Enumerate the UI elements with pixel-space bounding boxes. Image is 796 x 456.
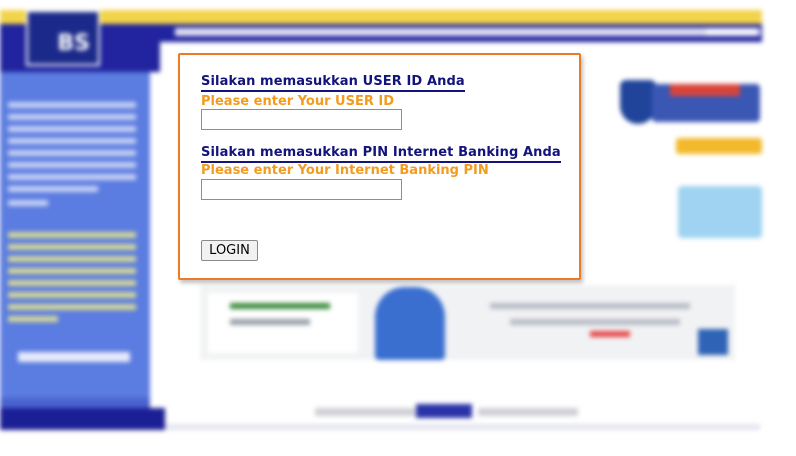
sidebar-highlight-line <box>8 244 136 250</box>
sidebar-text-line <box>8 174 136 180</box>
sidebar-text-line <box>8 150 136 156</box>
promo-card[interactable] <box>678 186 762 238</box>
header-menu-strip <box>175 28 760 36</box>
promo-badge-title <box>670 84 740 96</box>
left-sidebar <box>0 72 150 410</box>
promo-banner[interactable] <box>200 285 735 360</box>
internet-banking-page: BS Silakan memasukkan USER ID Anda Pleas… <box>0 0 796 456</box>
footer-divider <box>165 424 760 430</box>
pin-input[interactable] <box>201 179 402 200</box>
copyright-logo <box>416 404 472 418</box>
pin-heading: Silakan memasukkan PIN Internet Banking … <box>201 145 561 163</box>
sidebar-text-line <box>8 114 136 120</box>
banner-message-line <box>510 319 680 325</box>
banner-logo <box>698 329 728 355</box>
sidebar-highlight-line <box>8 316 58 322</box>
banner-subtitle-line <box>230 319 310 325</box>
user-id-input[interactable] <box>201 109 402 130</box>
shield-icon[interactable] <box>620 80 656 124</box>
banner-title-line <box>230 303 330 309</box>
sidebar-highlight-line <box>8 304 136 310</box>
copyright-text <box>478 408 578 416</box>
sidebar-text-line <box>8 186 98 192</box>
sidebar-footer-bar <box>0 408 165 430</box>
sidebar-text-line <box>8 102 136 108</box>
promo-button[interactable] <box>676 138 762 154</box>
user-id-heading: Silakan memasukkan USER ID Anda <box>201 74 465 92</box>
sidebar-text-line <box>8 126 136 132</box>
header-yellow-stripe <box>0 10 762 24</box>
sidebar-highlight-line <box>8 232 136 238</box>
sidebar-text-line <box>8 200 48 206</box>
sidebar-link[interactable] <box>18 352 130 362</box>
login-button[interactable]: LOGIN <box>201 240 258 261</box>
sidebar-highlight-line <box>8 268 136 274</box>
banner-message-line <box>490 303 690 309</box>
banner-person-image <box>375 287 445 360</box>
user-id-subheading: Please enter Your USER ID <box>201 94 395 109</box>
login-dialog: Silakan memasukkan USER ID Anda Please e… <box>178 53 581 280</box>
sidebar-highlight-line <box>8 292 136 298</box>
sidebar-text-line <box>8 162 136 168</box>
banner-highlight <box>590 331 630 337</box>
logo-text: BS <box>57 31 90 56</box>
sidebar-highlight-line <box>8 280 136 286</box>
copyright-text <box>315 408 415 416</box>
pin-subheading: Please enter Your Internet Banking PIN <box>201 163 489 178</box>
bank-logo-icon[interactable]: BS <box>26 10 100 66</box>
sidebar-text-line <box>8 138 136 144</box>
header-right-link[interactable] <box>706 28 756 36</box>
sidebar-highlight-line <box>8 256 136 262</box>
